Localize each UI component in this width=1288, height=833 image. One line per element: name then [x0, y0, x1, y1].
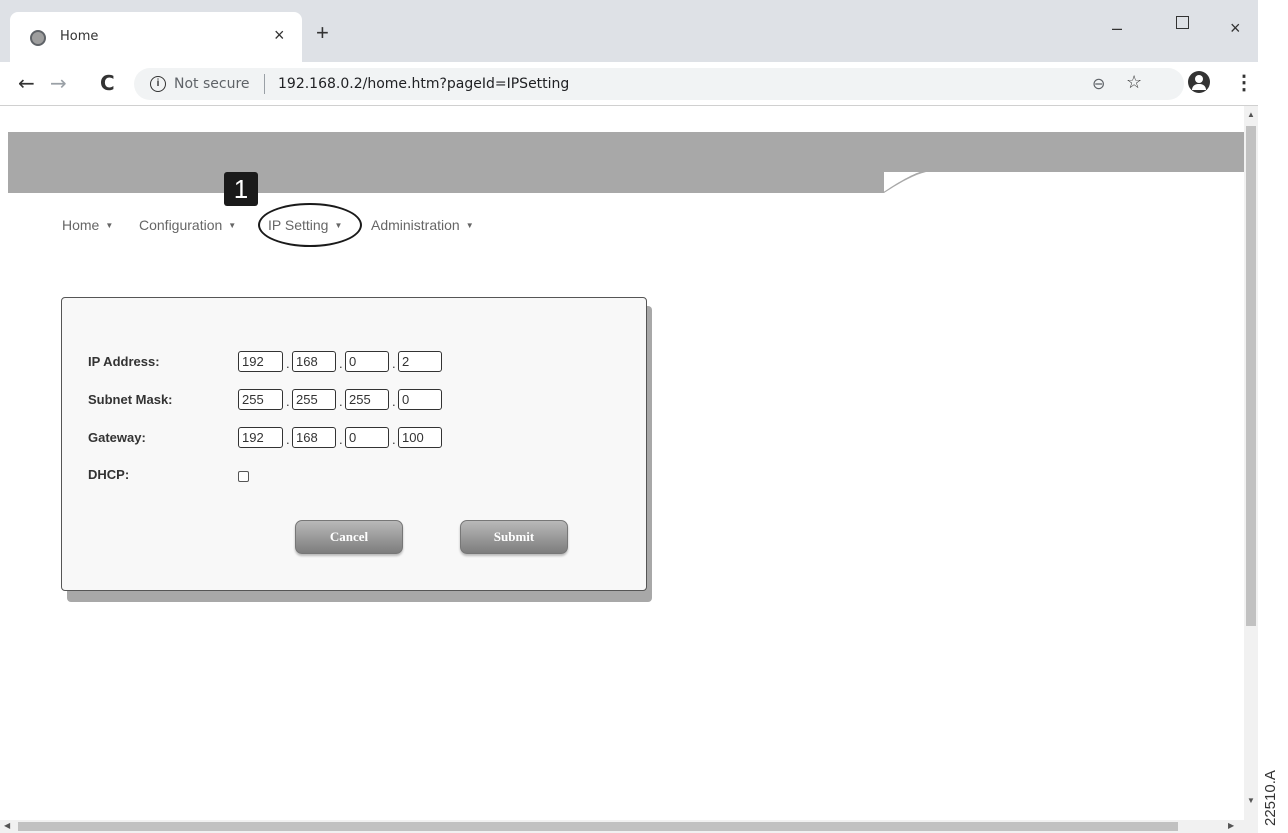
dhcp-label: DHCP: [88, 467, 130, 482]
octet-separator: . [339, 356, 343, 371]
nav-item-label: Configuration [139, 217, 223, 233]
octet-separator: . [339, 432, 343, 447]
cancel-button[interactable]: Cancel [295, 520, 403, 554]
scroll-up-icon[interactable]: ▲ [1247, 110, 1255, 119]
ip-address-octet-1[interactable]: 192 [238, 351, 283, 372]
close-window-button[interactable]: × [1230, 18, 1241, 38]
info-icon[interactable]: i [150, 76, 166, 92]
horizontal-scrollbar[interactable]: ◀ ▶ [0, 820, 1244, 833]
ip-address-octet-2[interactable]: 168 [292, 351, 336, 372]
ip-address-label: IP Address: [88, 354, 160, 369]
octet-separator: . [286, 394, 290, 409]
subnet-mask-label: Subnet Mask: [88, 392, 173, 407]
ip-settings-panel: IP Address: 192 . 168 . 0 . 2 Subnet Mas… [61, 297, 647, 591]
browser-tab[interactable]: Home × [10, 12, 302, 62]
vertical-scroll-thumb[interactable] [1246, 126, 1256, 626]
gateway-label: Gateway: [88, 430, 146, 445]
profile-icon[interactable] [1188, 71, 1210, 93]
forward-arrow-icon[interactable]: → [50, 72, 67, 94]
dhcp-checkbox[interactable] [238, 471, 249, 482]
bookmark-star-icon[interactable]: ☆ [1126, 72, 1142, 93]
ip-address-octet-3[interactable]: 0 [345, 351, 389, 372]
nav-item-configuration[interactable]: Configuration ▼ [139, 217, 236, 233]
gateway-octet-1[interactable]: 192 [238, 427, 283, 448]
gateway-octet-4[interactable]: 100 [398, 427, 442, 448]
tab-close-icon[interactable]: × [274, 25, 285, 45]
zoom-icon[interactable]: ⊖ [1092, 74, 1105, 94]
octet-separator: . [339, 394, 343, 409]
gateway-octet-3[interactable]: 0 [345, 427, 389, 448]
caret-down-icon: ▼ [228, 221, 237, 230]
url-divider [264, 74, 265, 94]
figure-code: 22510.A [1262, 770, 1279, 826]
browser-tab-strip: Home × + – × [0, 0, 1258, 62]
back-arrow-icon[interactable]: ← [18, 72, 35, 94]
scroll-right-icon[interactable]: ▶ [1228, 821, 1234, 830]
octet-separator: . [286, 432, 290, 447]
maximize-button[interactable] [1176, 16, 1189, 29]
nav-item-label: Administration [371, 217, 460, 233]
subnet-mask-octet-2[interactable]: 255 [292, 389, 336, 410]
tab-title: Home [60, 29, 99, 44]
nav-item-administration[interactable]: Administration ▼ [371, 217, 474, 233]
subnet-mask-octet-3[interactable]: 255 [345, 389, 389, 410]
scroll-down-icon[interactable]: ▼ [1247, 796, 1255, 805]
octet-separator: . [286, 356, 290, 371]
caret-down-icon: ▼ [105, 221, 114, 230]
reload-icon[interactable]: C [100, 72, 115, 94]
url-text[interactable]: 192.168.0.2/home.htm?pageId=IPSetting [278, 76, 569, 92]
nav-item-label: Home [62, 217, 100, 233]
subnet-mask-octet-1[interactable]: 255 [238, 389, 283, 410]
security-indicator[interactable]: Not secure [174, 76, 250, 92]
kebab-menu-icon[interactable]: ⋮ [1234, 70, 1254, 95]
highlight-ellipse [258, 203, 362, 247]
callout-1: 1 [224, 172, 258, 206]
subnet-mask-octet-4[interactable]: 0 [398, 389, 442, 410]
minimize-button[interactable]: – [1112, 18, 1122, 38]
submit-button[interactable]: Submit [460, 520, 568, 554]
octet-separator: . [392, 394, 396, 409]
scroll-left-icon[interactable]: ◀ [4, 821, 10, 830]
new-tab-button[interactable]: + [316, 22, 329, 44]
nav-item-home[interactable]: Home ▼ [62, 217, 113, 233]
address-bar[interactable]: i Not secure 192.168.0.2/home.htm?pageId… [134, 68, 1184, 100]
octet-separator: . [392, 432, 396, 447]
horizontal-scroll-thumb[interactable] [18, 822, 1178, 831]
vertical-scrollbar[interactable]: ▲ ▼ [1244, 106, 1258, 833]
globe-icon [30, 30, 46, 46]
caret-down-icon: ▼ [465, 221, 474, 230]
header-banner [8, 132, 1244, 193]
gateway-octet-2[interactable]: 168 [292, 427, 336, 448]
octet-separator: . [392, 356, 396, 371]
browser-toolbar: ← → C i Not secure 192.168.0.2/home.htm?… [0, 62, 1258, 106]
ip-address-octet-4[interactable]: 2 [398, 351, 442, 372]
